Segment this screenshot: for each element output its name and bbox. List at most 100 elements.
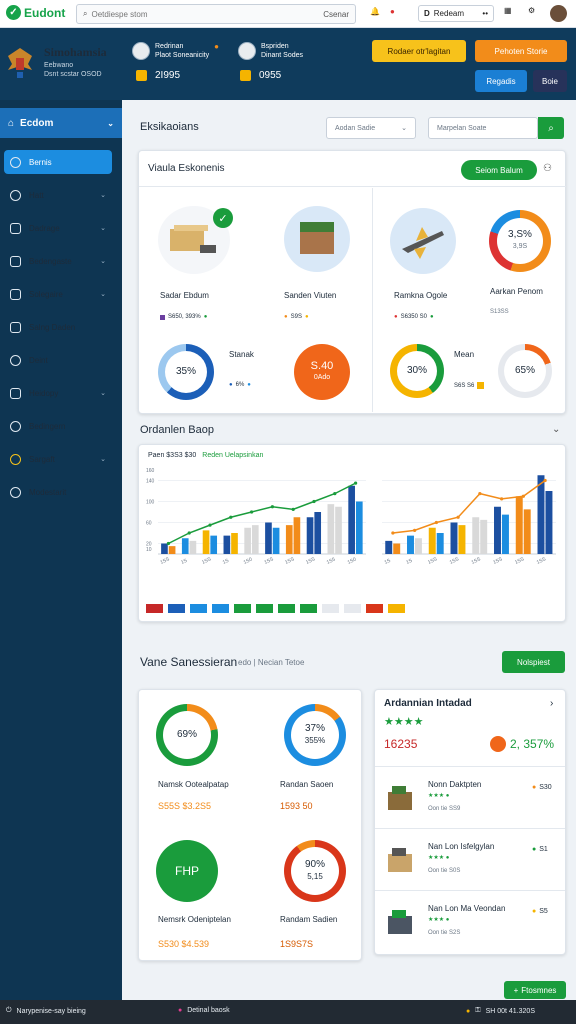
profile-name: Bspriden — [261, 43, 289, 50]
sidebar-item[interactable]: Heidopy ⌄ — [4, 381, 112, 405]
bar — [501, 514, 509, 554]
ring-sub: 355% — [304, 736, 326, 745]
ring-stats: ● 6% ● — [229, 382, 251, 388]
score-sub: 0Ado — [313, 374, 331, 381]
line-point — [312, 499, 316, 504]
legend-swatch — [256, 604, 273, 613]
bar — [537, 475, 545, 554]
yellow-action-button[interactable]: Rodaer otr'lagitan — [372, 40, 466, 62]
sidebar-item[interactable]: Bedengaste ⌄ — [4, 249, 112, 273]
divider — [139, 186, 566, 187]
dark-action-button[interactable]: Boie — [533, 70, 567, 92]
sidebar-item-label: Hatt — [29, 190, 44, 200]
line-point — [500, 497, 504, 501]
dot-icon: ● — [532, 908, 537, 915]
tool-icon — [10, 354, 21, 366]
card-action-button[interactable]: Seiom Balum — [461, 160, 537, 180]
nav-icon — [10, 420, 21, 432]
card-title: Viaula Eskonenis — [148, 163, 225, 174]
profile-card-2[interactable]: Bspriden Dinant Sodes — [238, 42, 303, 60]
user-icon[interactable]: ⚇ — [543, 163, 552, 174]
profile-name: Redrinan — [155, 43, 184, 50]
product-icon — [388, 910, 412, 934]
bar — [407, 535, 414, 554]
orange-action-button[interactable]: Pehoten Storie — [475, 40, 567, 62]
footer-button[interactable]: + Ftosmnes — [504, 981, 566, 999]
line-point — [391, 531, 395, 535]
legend-swatch — [234, 604, 251, 613]
app-logo[interactable]: ✓ Eudont — [6, 5, 65, 20]
search-icon[interactable]: ⌕ — [538, 117, 564, 139]
value-left: 16235 — [384, 737, 418, 751]
sidebar-item[interactable]: Deint — [4, 348, 112, 372]
item-label: Aarkan Penom — [490, 287, 543, 296]
sidebar-item[interactable]: Salng Daden — [4, 315, 112, 339]
blue-action-button[interactable]: Regadis — [475, 70, 527, 92]
filter-select[interactable]: Aodan Sadie ⌄ — [326, 117, 416, 139]
x-tick-label: 1S — [405, 558, 414, 566]
taskbar-tray[interactable]: ● ⚿ SH 00t 41.320S — [466, 1007, 535, 1015]
ring-sub: 3,9S — [512, 243, 528, 250]
y-tick-label: 160 — [146, 468, 155, 474]
chevron-right-icon[interactable]: › — [550, 698, 553, 709]
dot-icon: ● — [304, 314, 309, 320]
ring-chart: 37% 355% — [284, 704, 346, 766]
bar — [393, 543, 401, 554]
list-item[interactable]: Nan Lon Isfelgylan ★★★ ● Oon tie S0S ● S1 — [384, 836, 560, 886]
settings-icon[interactable]: ⚙ — [528, 6, 535, 15]
taskbar-app[interactable]: ● Detinal baosk — [178, 1007, 230, 1014]
bar — [385, 540, 393, 554]
coin-icon — [136, 70, 147, 81]
ring-chart: 3,S% 3,9S — [489, 210, 551, 272]
x-tick-label: 1SS — [201, 556, 213, 566]
profile-card-1[interactable]: Redrinan Plaot Soneanicity ● — [132, 42, 219, 60]
line-point — [354, 481, 358, 485]
profile-dropdown[interactable]: D Redeam •• — [418, 5, 494, 22]
item-title: Nonn Daktpten — [428, 780, 482, 789]
item-label: Sanden Viuten — [284, 291, 337, 300]
sidebar-item[interactable]: Modestarit — [4, 480, 112, 504]
bar — [355, 501, 363, 554]
ring-value: 37% — [304, 723, 325, 734]
bar — [168, 546, 176, 554]
item-sub: Oon tie S0S — [428, 868, 461, 874]
item-sub: Oon tie S2S — [428, 930, 461, 936]
x-tick-label: 1SS — [471, 556, 483, 566]
notification-icon[interactable]: 🔔 — [370, 7, 380, 16]
list-item[interactable]: Nonn Daktpten ★★★ ● Oon tie SS9 ● S30 — [384, 774, 560, 824]
sidebar-item[interactable]: Bernis — [4, 150, 112, 174]
list-item[interactable]: Nan Lon Ma Veondan ★★★ ● Oon tie S2S ● S5 — [384, 898, 560, 948]
nav-icon — [10, 453, 21, 465]
search-button[interactable]: Csenar — [323, 10, 349, 19]
sidebar-item-label: Bedengaste — [29, 256, 72, 266]
sidebar-item[interactable]: Solegaire ⌄ — [4, 282, 112, 306]
sidebar-item[interactable]: Hatt ⌄ — [4, 183, 112, 207]
chevron-down-icon[interactable]: ⌄ — [552, 424, 560, 435]
sidebar-item[interactable]: Dadrage ⌄ — [4, 216, 112, 240]
x-tick-label: 1SS — [305, 556, 317, 566]
sidebar-header[interactable]: ⌂ Ecdom ⌄ — [0, 108, 122, 138]
item-stat: ● S5 — [532, 908, 548, 915]
app-icon: ● — [178, 1007, 183, 1014]
sidebar-item[interactable]: Bedingern — [4, 414, 112, 438]
search-bar[interactable]: ⌕ Csenar — [76, 4, 356, 24]
legend-swatch — [344, 604, 361, 613]
alert-icon[interactable]: ● — [390, 7, 395, 16]
sidebar-item[interactable]: Sargaft ⌄ — [4, 447, 112, 471]
section-action-button[interactable]: Nolspiest — [502, 651, 565, 673]
item-title: Nan Lon Isfelgylan — [428, 842, 495, 851]
sidebar-item-label: Salng Daden — [29, 322, 76, 332]
user-avatar[interactable] — [550, 5, 567, 22]
sidebar-item-label: Bernis — [29, 157, 52, 167]
bar — [181, 538, 189, 554]
line-point — [333, 492, 337, 496]
x-tick-label: 1SS — [449, 556, 461, 566]
bar — [251, 525, 259, 554]
search-field[interactable]: Marpelan Soate — [428, 117, 538, 139]
search-input[interactable] — [91, 9, 324, 19]
product-icon — [388, 786, 412, 810]
bar — [523, 509, 531, 554]
x-tick-label: 1S0 — [347, 557, 358, 566]
taskbar-left[interactable]: ⏻ Narypenise-say bieing — [6, 1007, 86, 1015]
grid-icon[interactable]: ▦ — [504, 6, 512, 15]
